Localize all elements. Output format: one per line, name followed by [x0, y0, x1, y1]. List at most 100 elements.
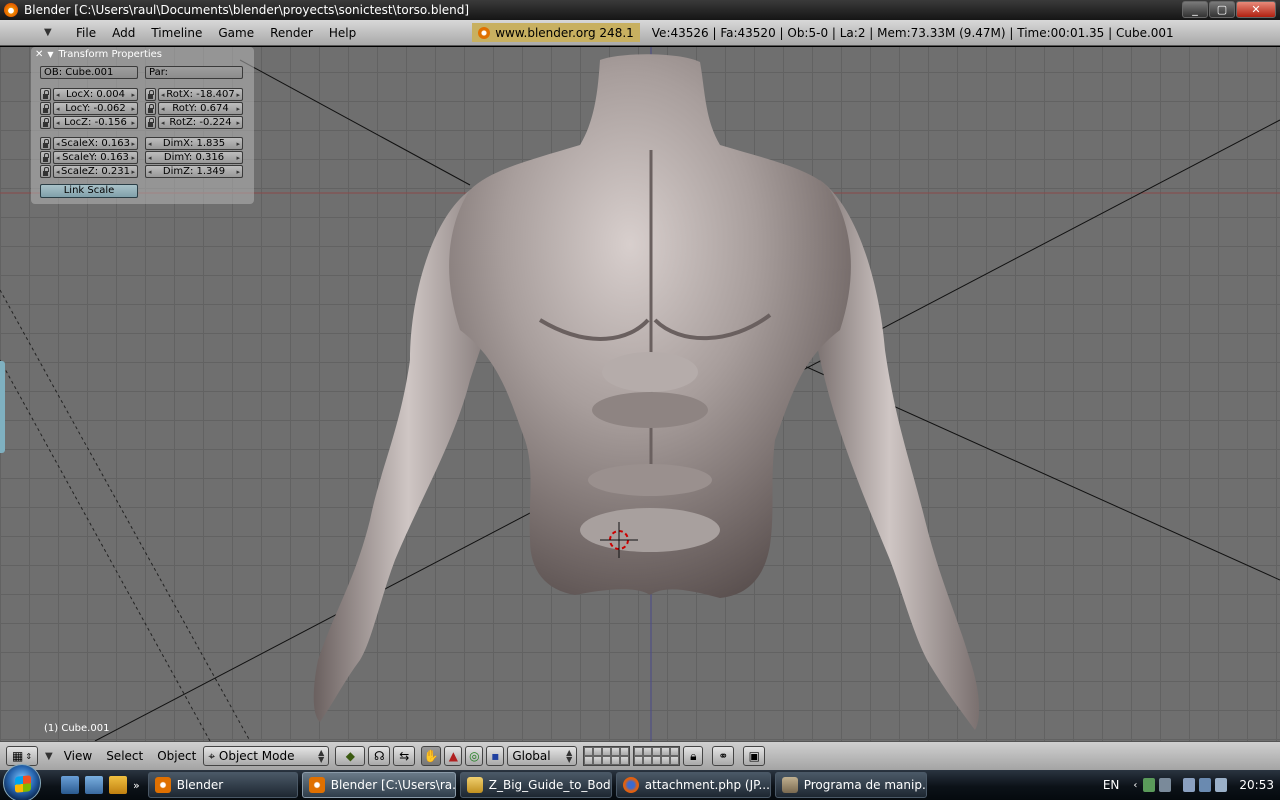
orientation-select[interactable]: Global ▲ ▼ — [507, 746, 578, 766]
lock-scalex-icon[interactable] — [40, 137, 51, 150]
task-label: Programa de manip... — [803, 778, 927, 792]
scale-manipulator[interactable]: ▪ — [486, 746, 505, 766]
battery-icon[interactable] — [1183, 778, 1196, 792]
render-button[interactable]: ▣ — [743, 746, 766, 766]
rotz-field[interactable]: ◂ RotZ: -0.224 ▸ — [158, 116, 243, 129]
blender-task-icon — [308, 777, 325, 793]
menu-add[interactable]: Add — [104, 26, 143, 40]
media-player-icon[interactable] — [109, 776, 127, 794]
layer-buttons-group-2[interactable] — [633, 746, 681, 766]
scaley-value: ScaleY: 0.163 — [62, 152, 129, 163]
draw-type-select[interactable]: ◆ — [335, 746, 366, 766]
roty-field[interactable]: ◂ RotY: 0.674 ▸ — [158, 102, 243, 115]
object-mode-icon: ⌖ — [208, 748, 216, 763]
menu-render[interactable]: Render — [262, 26, 321, 40]
dimx-value: DimX: 1.835 — [162, 138, 226, 149]
task-label: attachment.php (JP... — [644, 778, 770, 792]
scalex-field[interactable]: ◂ ScaleX: 0.163 ▸ — [53, 137, 138, 150]
shading-solid-icon: ◆ — [345, 749, 355, 763]
locx-field[interactable]: ◂ LocX: 0.004 ▸ — [53, 88, 138, 101]
header-collapse-icon[interactable]: ▼ — [44, 27, 58, 38]
panel-close-icon[interactable]: ✕ — [35, 49, 43, 60]
locz-field[interactable]: ◂ LocZ: -0.156 ▸ — [53, 116, 138, 129]
info-header: ▼ File Add Timeline Game Render Help www… — [0, 20, 1280, 46]
lock-layers-button[interactable]: 🔒︎ — [683, 746, 704, 766]
lock-scalez-icon[interactable] — [40, 165, 51, 178]
panel-collapse-icon[interactable]: ▼ — [47, 50, 53, 59]
snap-icon: ⇆ — [399, 749, 410, 763]
lock-locy-icon[interactable] — [40, 102, 51, 115]
grid-icon: ▦ — [11, 749, 24, 763]
version-text: www.blender.org 248.1 — [495, 25, 634, 40]
dimy-field[interactable]: ◂ DimY: 0.316 ▸ — [145, 151, 243, 164]
lock-locx-icon[interactable] — [40, 88, 51, 101]
lock-locz-icon[interactable] — [40, 116, 51, 129]
lock-rotx-icon[interactable] — [145, 88, 156, 101]
task-explorer[interactable]: Z_Big_Guide_to_Bod... — [459, 772, 612, 798]
link-button[interactable]: ⚭ — [712, 746, 735, 766]
blender-logo-icon — [478, 26, 491, 39]
language-indicator[interactable]: EN — [1103, 778, 1120, 792]
locx-value: LocX: 0.004 — [65, 89, 126, 100]
manipulator-toggle[interactable]: ✋ — [421, 746, 442, 766]
blender-task-icon — [154, 777, 171, 793]
mode-select[interactable]: ⌖ Object Mode ▲ ▼ — [203, 746, 330, 766]
tray-app-icon[interactable] — [1159, 778, 1172, 792]
tray-expand-icon[interactable]: ‹ — [1133, 780, 1137, 791]
system-tray: EN ‹ 20:53 — [1103, 770, 1280, 800]
locz-value: LocZ: -0.156 — [64, 117, 127, 128]
header-collapse-icon-bottom[interactable]: ▼ — [45, 751, 53, 762]
locy-field[interactable]: ◂ LocY: -0.062 ▸ — [53, 102, 138, 115]
start-button[interactable] — [3, 764, 41, 800]
rotx-field[interactable]: ◂ RotX: -18.407 ▸ — [158, 88, 243, 101]
minimize-button[interactable]: _ — [1182, 1, 1208, 18]
folder-icon — [466, 777, 483, 793]
pivot-select[interactable]: ☊ — [368, 746, 391, 766]
scaley-field[interactable]: ◂ ScaleY: 0.163 ▸ — [53, 151, 138, 164]
network-icon[interactable] — [1143, 778, 1156, 792]
task-label: Blender [C:\Users\ra... — [330, 778, 456, 792]
menu-file[interactable]: File — [68, 26, 104, 40]
lock-icon: 🔒︎ — [690, 748, 697, 763]
volume-icon[interactable] — [1215, 778, 1228, 792]
menu-timeline[interactable]: Timeline — [143, 26, 210, 40]
lock-roty-icon[interactable] — [145, 102, 156, 115]
lock-scaley-icon[interactable] — [40, 151, 51, 164]
maximize-button[interactable]: ▢ — [1209, 1, 1235, 18]
blender-app-icon — [4, 3, 18, 17]
gimp-icon — [781, 777, 798, 793]
quicklaunch-more-icon[interactable]: » — [133, 779, 140, 792]
link-scale-button[interactable]: Link Scale — [40, 184, 138, 198]
menu-object[interactable]: Object — [150, 749, 203, 763]
square-icon: ▪ — [491, 749, 500, 763]
menu-help[interactable]: Help — [321, 26, 364, 40]
locy-value: LocY: -0.062 — [65, 103, 126, 114]
parent-field[interactable]: Par: — [145, 66, 243, 79]
task-blender-2[interactable]: Blender [C:\Users\ra... — [301, 772, 456, 798]
editor-type-button[interactable]: ▦ ⇕ — [6, 746, 38, 766]
scalex-value: ScaleX: 0.163 — [61, 138, 130, 149]
show-desktop-icon[interactable] — [61, 776, 79, 794]
menu-select[interactable]: Select — [99, 749, 150, 763]
task-gimp[interactable]: Programa de manip... — [774, 772, 927, 798]
menu-view[interactable]: View — [57, 749, 99, 763]
rotate-manipulator[interactable]: ◎ — [465, 746, 484, 766]
scalez-field[interactable]: ◂ ScaleZ: 0.231 ▸ — [53, 165, 138, 178]
snap-toggle[interactable]: ⇆ — [393, 746, 416, 766]
dimz-field[interactable]: ◂ DimZ: 1.349 ▸ — [145, 165, 243, 178]
layer-buttons-group-1[interactable] — [583, 746, 631, 766]
task-firefox[interactable]: attachment.php (JP... — [615, 772, 771, 798]
clock[interactable]: 20:53 — [1239, 778, 1274, 792]
lock-rotz-icon[interactable] — [145, 116, 156, 129]
panel-header[interactable]: ✕ ▼ Transform Properties — [31, 47, 254, 61]
translate-manipulator[interactable]: ▲ — [444, 746, 463, 766]
window-title: Blender [C:\Users\raul\Documents\blender… — [24, 3, 470, 17]
toolshelf-tab[interactable] — [0, 361, 5, 453]
switch-windows-icon[interactable] — [85, 776, 103, 794]
object-name-field[interactable]: OB: Cube.001 — [40, 66, 138, 79]
task-blender-1[interactable]: Blender — [147, 772, 298, 798]
wifi-icon[interactable] — [1199, 778, 1212, 792]
close-button[interactable]: ✕ — [1236, 1, 1276, 18]
menu-game[interactable]: Game — [210, 26, 262, 40]
dimx-field[interactable]: ◂ DimX: 1.835 ▸ — [145, 137, 243, 150]
